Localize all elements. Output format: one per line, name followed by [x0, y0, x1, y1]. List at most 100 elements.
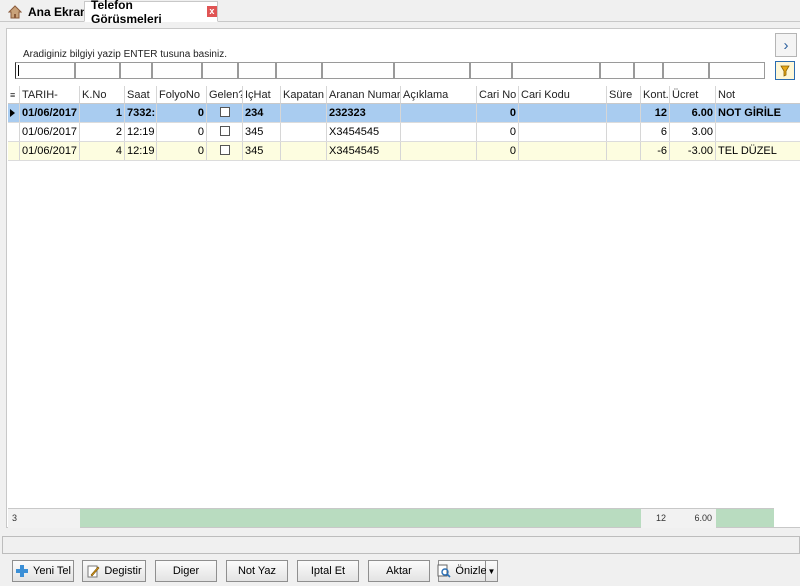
gelen-checkbox[interactable]: [219, 126, 230, 137]
table-row[interactable]: 01/06/2017 2 12:19 0 345 X3454545 0 6 3.…: [8, 123, 800, 142]
col-not[interactable]: Not: [716, 86, 800, 104]
col-kno[interactable]: K.No: [80, 86, 125, 104]
tab-telefon-gorusmeleri[interactable]: Telefon Görüsmeleri x: [84, 0, 218, 26]
cell-aciklama[interactable]: [401, 123, 477, 141]
cell-ucret[interactable]: 3.00: [670, 123, 716, 141]
filter-carino[interactable]: [470, 62, 512, 79]
cell-ucret[interactable]: -3.00: [670, 142, 716, 160]
cell-aranan[interactable]: X3454545: [327, 142, 401, 160]
cell-saat[interactable]: 7332::: [125, 104, 157, 122]
cell-kno[interactable]: 4: [80, 142, 125, 160]
col-folyo[interactable]: FolyoNo: [157, 86, 207, 104]
col-carino[interactable]: Cari No: [477, 86, 519, 104]
cell-kno[interactable]: 1: [80, 104, 125, 122]
col-aranan[interactable]: Aranan Numar: [327, 86, 401, 104]
filter-icon[interactable]: [775, 61, 795, 80]
cell-kapatan[interactable]: [281, 142, 327, 160]
col-kapatan[interactable]: Kapatan: [281, 86, 327, 104]
summary-count: 3: [8, 509, 80, 528]
cell-sure[interactable]: [607, 104, 641, 122]
col-aciklama[interactable]: Açıklama: [401, 86, 477, 104]
filter-kno[interactable]: [75, 62, 120, 79]
dropdown-icon[interactable]: ▼: [486, 560, 498, 582]
aktar-button[interactable]: Aktar: [368, 560, 430, 582]
filter-aciklama[interactable]: [394, 62, 470, 79]
cell-aciklama[interactable]: [401, 142, 477, 160]
diger-button[interactable]: Diger: [155, 560, 217, 582]
cell-folyo[interactable]: 0: [157, 104, 207, 122]
cell-not[interactable]: TEL DÜZEL: [716, 142, 800, 160]
column-chooser-icon[interactable]: ≡: [8, 86, 20, 104]
table-row[interactable]: 01/06/2017 4 12:19 0 345 X3454545 0 -6 -…: [8, 142, 800, 161]
cell-kont[interactable]: -6: [641, 142, 670, 160]
cell-gelen[interactable]: [207, 104, 243, 122]
cell-sure[interactable]: [607, 123, 641, 141]
filter-kapatan[interactable]: [276, 62, 322, 79]
not-yaz-button[interactable]: Not Yaz: [226, 560, 288, 582]
not-yaz-label: Not Yaz: [237, 565, 277, 577]
cell-carikodu[interactable]: [519, 123, 607, 141]
edit-icon: [86, 564, 100, 578]
cell-ichat[interactable]: 234: [243, 104, 281, 122]
cell-ichat[interactable]: 345: [243, 123, 281, 141]
col-kont[interactable]: Kont.: [641, 86, 670, 104]
gelen-checkbox[interactable]: [219, 145, 230, 156]
cell-kapatan[interactable]: [281, 123, 327, 141]
cell-carino[interactable]: 0: [477, 123, 519, 141]
cell-aranan[interactable]: X3454545: [327, 123, 401, 141]
iptal-et-button[interactable]: Iptal Et: [297, 560, 359, 582]
col-ichat[interactable]: IçHat: [243, 86, 281, 104]
cell-saat[interactable]: 12:19: [125, 123, 157, 141]
filter-folyo[interactable]: [152, 62, 202, 79]
col-tarih[interactable]: TARIH-: [20, 86, 80, 104]
cell-carikodu[interactable]: [519, 142, 607, 160]
cell-carikodu[interactable]: [519, 104, 607, 122]
cell-folyo[interactable]: 0: [157, 142, 207, 160]
filter-not[interactable]: [709, 62, 765, 79]
cell-sure[interactable]: [607, 142, 641, 160]
cell-carino[interactable]: 0: [477, 142, 519, 160]
filter-aranan[interactable]: [322, 62, 394, 79]
close-icon[interactable]: x: [206, 6, 217, 17]
cell-tarih[interactable]: 01/06/2017: [20, 123, 80, 141]
col-ucret[interactable]: Ücret: [670, 86, 716, 104]
cell-kapatan[interactable]: [281, 104, 327, 122]
cell-not[interactable]: NOT GİRİLE: [716, 104, 800, 122]
cell-saat[interactable]: 12:19: [125, 142, 157, 160]
filter-kont[interactable]: [634, 62, 663, 79]
col-sure[interactable]: Süre: [607, 86, 641, 104]
tab-label: Ana Ekran: [28, 4, 88, 19]
cell-aciklama[interactable]: [401, 104, 477, 122]
filter-sure[interactable]: [600, 62, 634, 79]
cell-gelen[interactable]: [207, 123, 243, 141]
col-saat[interactable]: Saat: [125, 86, 157, 104]
cell-gelen[interactable]: [207, 142, 243, 160]
onizle-button[interactable]: Önizle: [437, 560, 487, 582]
chevron-right-icon[interactable]: ›: [775, 33, 797, 57]
degistir-button[interactable]: Degistir: [82, 560, 146, 582]
filter-tarih[interactable]: [15, 62, 75, 79]
row-indicator: [8, 123, 20, 141]
cell-ichat[interactable]: 345: [243, 142, 281, 160]
cell-kont[interactable]: 12: [641, 104, 670, 122]
gelen-checkbox[interactable]: [219, 107, 230, 118]
col-gelen[interactable]: Gelen?: [207, 86, 243, 104]
cell-kno[interactable]: 2: [80, 123, 125, 141]
yeni-tel-button[interactable]: Yeni Tel: [12, 560, 74, 582]
filter-ichat[interactable]: [238, 62, 276, 79]
filter-ucret[interactable]: [663, 62, 709, 79]
cell-aranan[interactable]: 232323: [327, 104, 401, 122]
cell-folyo[interactable]: 0: [157, 123, 207, 141]
cell-tarih[interactable]: 01/06/2017: [20, 142, 80, 160]
col-carikodu[interactable]: Cari Kodu: [519, 86, 607, 104]
filter-saat[interactable]: [120, 62, 152, 79]
table-row[interactable]: 01/06/2017 1 7332:: 0 234 232323 0 12 6.…: [8, 104, 800, 123]
tab-ana-ekran[interactable]: Ana Ekran: [4, 1, 87, 22]
cell-carino[interactable]: 0: [477, 104, 519, 122]
cell-kont[interactable]: 6: [641, 123, 670, 141]
cell-tarih[interactable]: 01/06/2017: [20, 104, 80, 122]
filter-carikodu[interactable]: [512, 62, 600, 79]
cell-not[interactable]: [716, 123, 800, 141]
filter-gelen[interactable]: [202, 62, 238, 79]
cell-ucret[interactable]: 6.00: [670, 104, 716, 122]
